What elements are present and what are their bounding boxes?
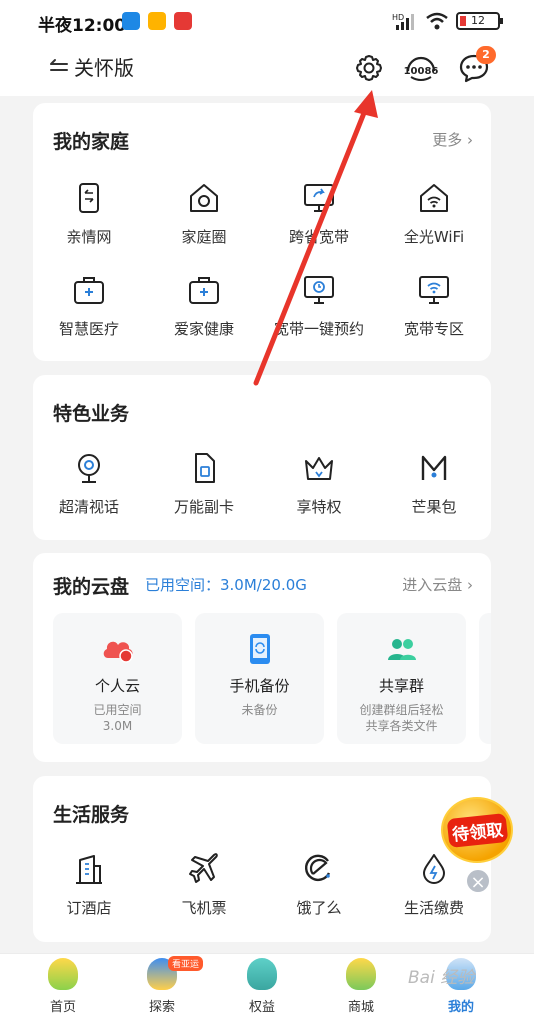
monitor-share-icon [304, 184, 334, 212]
family-item-jiatingquan[interactable]: 家庭圈 [148, 181, 260, 247]
airplane-icon [189, 853, 218, 883]
tab-benefits[interactable]: 权益 [222, 958, 302, 1013]
sim-card-icon [195, 453, 215, 483]
mascot-benefits-icon [247, 958, 277, 990]
cloud-tile-personal[interactable]: 个人云 已用空间 3.0M [53, 613, 182, 744]
tab-home[interactable]: 首页 [23, 958, 103, 1013]
home-circle-icon [190, 184, 218, 212]
notification-app-icon [148, 12, 166, 30]
battery-indicator: 12 [456, 12, 503, 30]
cloud-tile-share-group[interactable]: 共享群 创建群组后轻松 共享各类文件 [337, 613, 466, 744]
phone-backup-icon [249, 634, 270, 664]
featured-title: 特色业务 [53, 403, 130, 425]
monitor-wifi-icon [419, 276, 449, 304]
family-item-zhihui-yiliao[interactable]: 智慧医疗 [33, 273, 145, 339]
personal-cloud-icon [103, 641, 133, 663]
switch-arrows-icon [50, 58, 68, 71]
health-kit-icon [189, 277, 219, 304]
medical-kit-icon [74, 277, 104, 304]
status-bar: 半夜12:00 HD 12 [0, 0, 534, 42]
crown-icon [305, 457, 333, 480]
share-group-icon [387, 639, 416, 660]
life-card: 生活服务 订酒店 飞机票 饿了么 生活缴费 [33, 776, 491, 942]
asian-games-badge: 看亚运 [168, 956, 204, 971]
gear-icon [356, 55, 382, 81]
water-drop-icon [423, 854, 445, 884]
service-number: 10086 [404, 66, 439, 77]
tab-explore[interactable]: 看亚运 探索 [122, 956, 204, 1013]
family-item-quanguang-wifi[interactable]: 全光WiFi [378, 181, 490, 247]
family-item-kuasheng-kuandai[interactable]: 跨省宽带 [263, 181, 375, 247]
life-item-hotel[interactable]: 订酒店 [33, 852, 145, 918]
featured-item-chaoqing-shihua[interactable]: 超清视话 [33, 451, 145, 517]
care-mode-button[interactable]: 关怀版 [48, 52, 134, 81]
care-mode-label: 关怀版 [74, 56, 134, 80]
family-title: 我的家庭 [53, 131, 130, 153]
enter-cloud-link[interactable]: 进入云盘 › [402, 574, 473, 595]
monitor-clock-icon [304, 276, 334, 304]
webcam-icon [78, 454, 100, 483]
baidu-watermark: Bai 经验 [408, 968, 475, 988]
pending-reward-label: 待领取 [446, 812, 508, 848]
message-count-badge: 2 [476, 46, 496, 64]
hotel-icon [76, 855, 102, 884]
phone-family-icon [79, 183, 99, 213]
life-item-airplane[interactable]: 飞机票 [148, 852, 260, 918]
life-item-eleme[interactable]: 饿了么 [263, 852, 375, 918]
featured-item-mangguo-bao[interactable]: 芒果包 [378, 451, 490, 517]
family-item-kuandai-yuyue[interactable]: 宽带一键预约 [263, 273, 375, 339]
cloud-tile-partial [479, 613, 491, 744]
close-float-button[interactable]: × [465, 868, 491, 894]
eleme-icon [304, 854, 331, 882]
family-item-kuandai-zhuanqu[interactable]: 宽带专区 [378, 273, 490, 339]
tab-mall[interactable]: 商城 [321, 958, 401, 1013]
mango-logo-icon [421, 455, 447, 480]
family-card: 我的家庭 更多 › 亲情网 家庭圈 跨省宽带 全光WiFi 智慧医疗 爱家健康 … [33, 103, 491, 361]
customer-service-button[interactable]: 10086 [400, 50, 442, 86]
signal-icon: HD [392, 13, 414, 30]
mascot-home-icon [48, 958, 78, 990]
featured-item-xiang-tequan[interactable]: 享特权 [263, 451, 375, 517]
family-item-aijia-jiankang[interactable]: 爱家健康 [148, 273, 260, 339]
family-item-qinqingwang[interactable]: 亲情网 [33, 181, 145, 247]
wifi-icon [426, 12, 448, 30]
svg-text:HD: HD [392, 13, 404, 22]
cloud-card: 我的云盘 已用空间：3.0M/20.0G 进入云盘 › 个人云 已用空间 3.0M… [33, 553, 491, 762]
headset-icon: 10086 [404, 56, 439, 81]
pending-reward-float[interactable]: 待领取 [441, 797, 513, 863]
top-header: 关怀版 10086 2 [0, 42, 534, 96]
status-time: 半夜12:00 [38, 16, 127, 36]
cloud-title: 我的云盘 [53, 576, 130, 598]
cloud-used-space: 已用空间：3.0M/20.0G [145, 576, 307, 594]
settings-button[interactable] [351, 50, 387, 86]
mascot-mall-icon [346, 958, 376, 990]
featured-card: 特色业务 超清视话 万能副卡 享特权 芒果包 [33, 375, 491, 540]
cloud-tile-backup[interactable]: 手机备份 未备份 [195, 613, 324, 744]
notification-app-icon [174, 12, 192, 30]
notification-app-icon [122, 12, 140, 30]
life-title: 生活服务 [53, 804, 130, 826]
family-more-link[interactable]: 更多 › [432, 129, 473, 150]
home-wifi-icon [420, 184, 448, 212]
messages-button[interactable]: 2 [456, 46, 496, 86]
featured-item-wanneng-fuka[interactable]: 万能副卡 [148, 451, 260, 517]
